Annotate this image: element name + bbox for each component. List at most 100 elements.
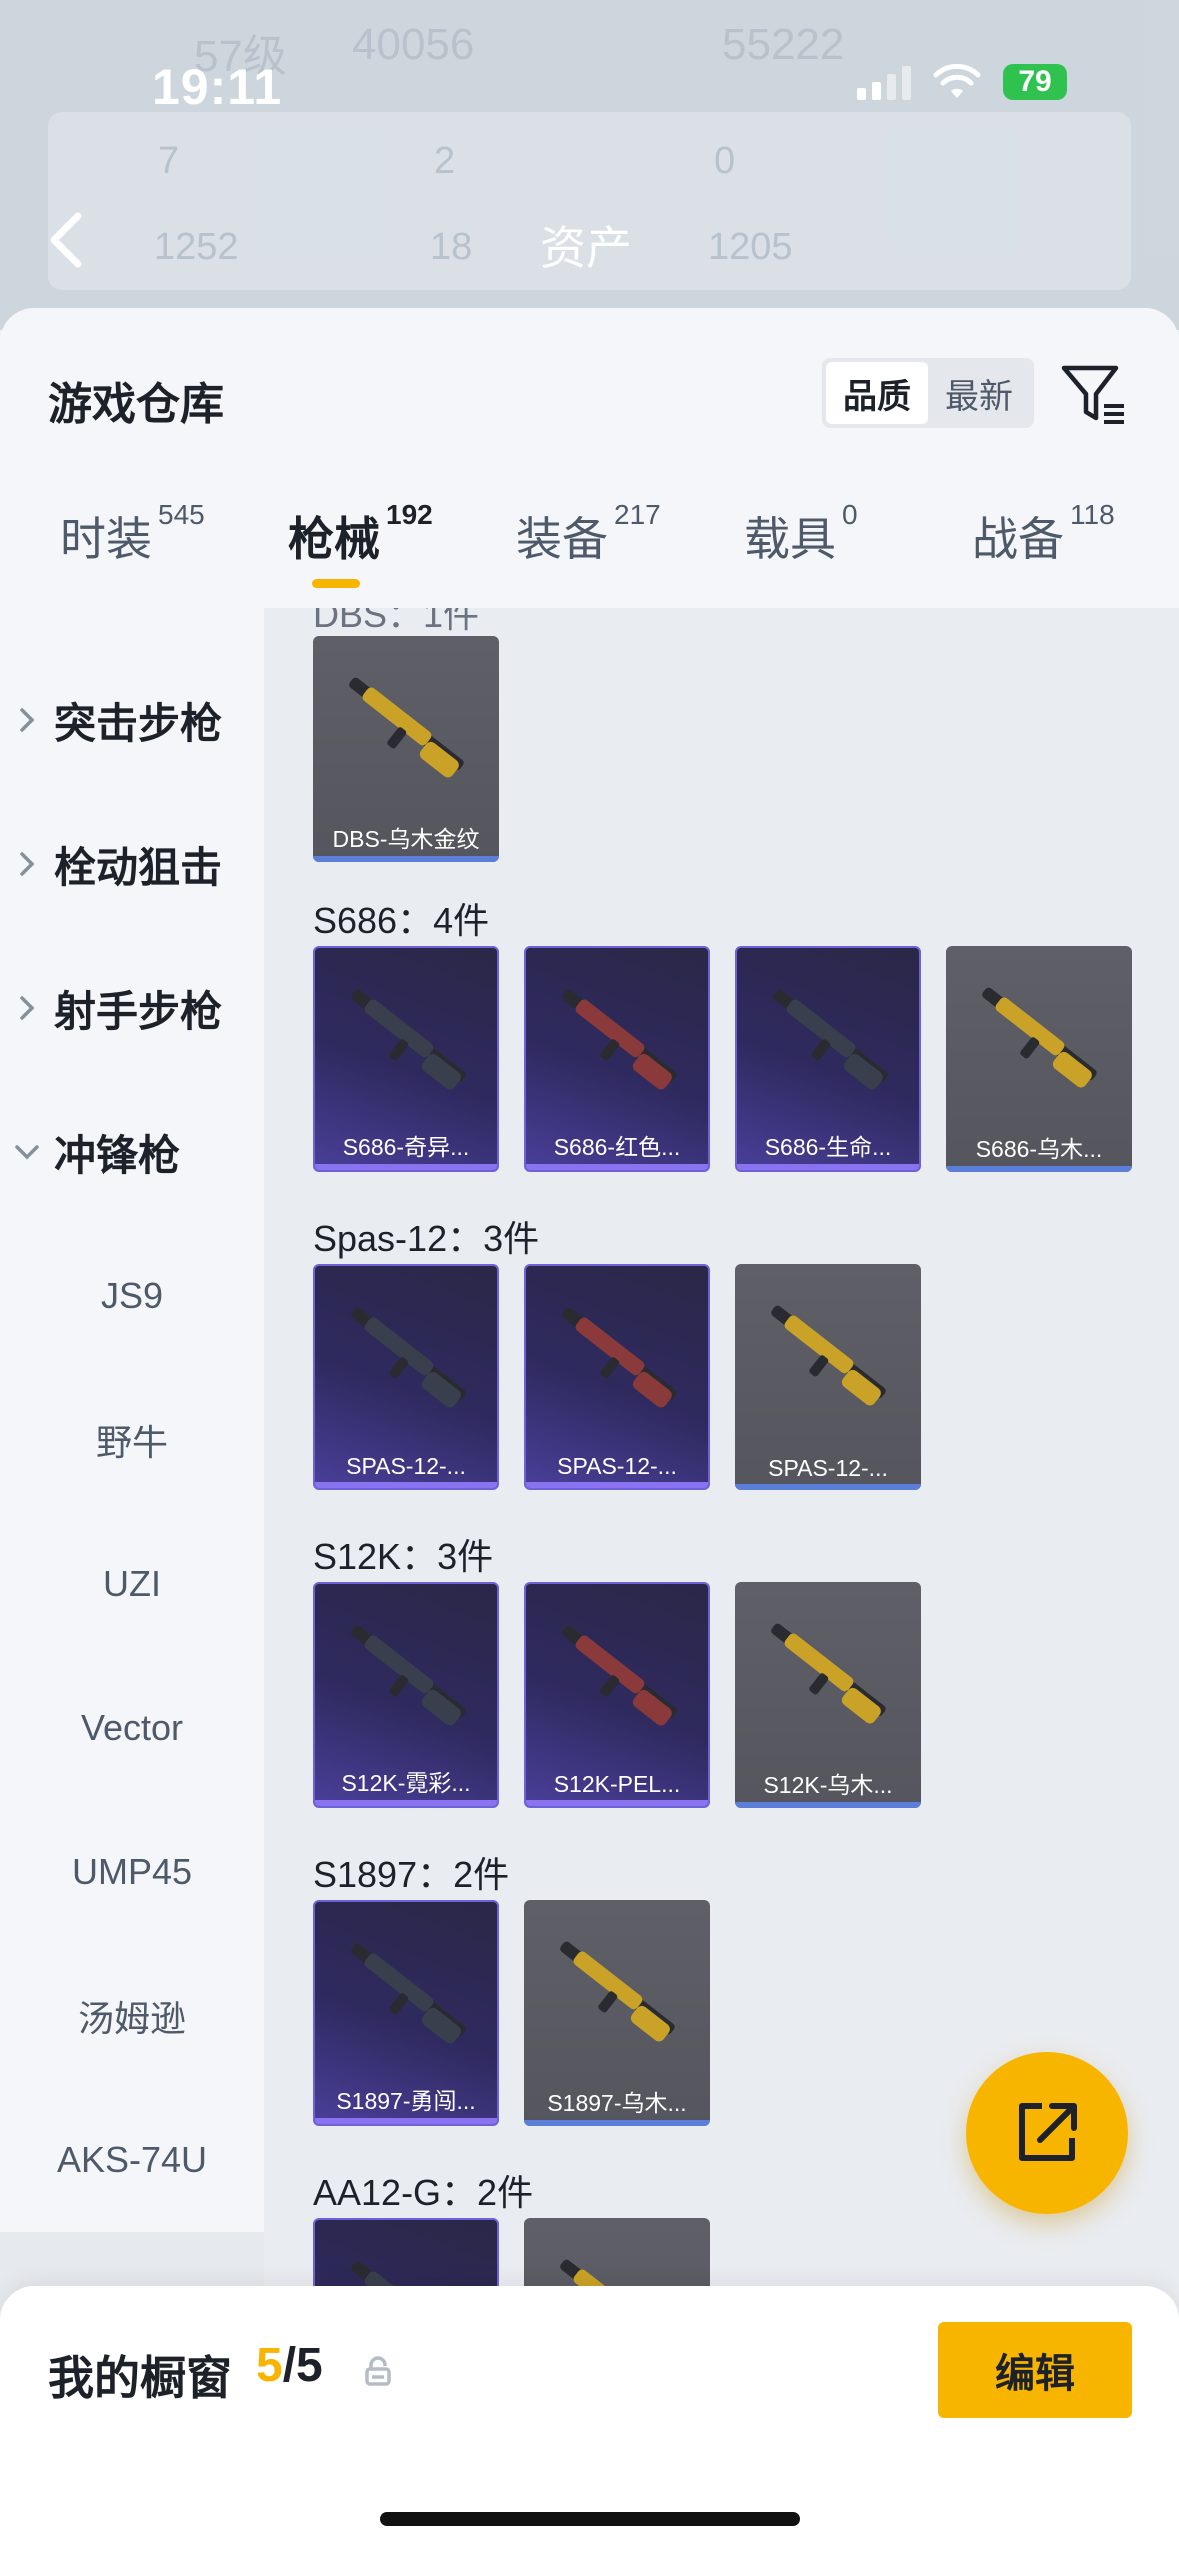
- weapon-card[interactable]: SPAS-12-...: [313, 1264, 499, 1490]
- chevron-right-icon: [20, 852, 35, 876]
- tab-label: 枪械: [288, 513, 380, 565]
- sidebar-item-bolt-sniper[interactable]: 栓动狙击: [0, 824, 264, 904]
- weapon-type-sidebar: 突击步枪 栓动狙击 射手步枪 冲锋枪 JS9 野牛 UZI Vector UMP…: [0, 608, 264, 2503]
- tab-count: 118: [1070, 499, 1115, 530]
- ghost-points: 55222: [722, 20, 845, 69]
- sort-toggle: 品质 最新: [822, 358, 1034, 428]
- sidebar-item-label: 突击步枪: [54, 699, 223, 747]
- tab-fashion[interactable]: 时装 545: [60, 499, 205, 569]
- sidebar-item-label: 栓动狙击: [54, 843, 223, 891]
- gun-icon: [771, 1305, 886, 1406]
- gun-icon: [982, 987, 1097, 1088]
- showcase-total: /5: [282, 2339, 323, 2392]
- tab-count: 192: [386, 499, 433, 530]
- weapon-name: S686-乌木...: [975, 1136, 1103, 1162]
- sidebar-sub-js9[interactable]: JS9: [0, 1256, 264, 1336]
- ghost-stat: 7: [158, 140, 180, 182]
- sidebar-sub-uzi[interactable]: UZI: [0, 1544, 264, 1624]
- share-button[interactable]: [966, 2052, 1128, 2214]
- gun-icon: [771, 1623, 886, 1724]
- group-title: AA12-G：2件: [313, 2172, 534, 2213]
- weapon-name: S12K-乌木...: [763, 1772, 893, 1798]
- category-tabs: 时装 545 枪械 192 装备 217 载具 0 战备 118: [0, 499, 1179, 603]
- quality-strip: [524, 2120, 710, 2126]
- tab-vehicles[interactable]: 载具 0: [744, 499, 858, 569]
- tab-supplies[interactable]: 战备 118: [972, 499, 1115, 569]
- background-page: 57级 40056 55222 7 2 0 1252 18 1205 资产 19…: [0, 0, 1179, 330]
- ghost-score: 40056: [352, 20, 475, 69]
- weapon-card[interactable]: S686-奇异...: [313, 946, 499, 1172]
- status-time: 19:11: [152, 59, 283, 115]
- weapon-grid: DBS：1件 DBS-乌木金纹 S686：4件 S686-奇异... S686-红色.…: [264, 608, 1179, 2503]
- gun-icon: [562, 989, 677, 1090]
- weapon-name: SPAS-12-...: [557, 1453, 677, 1479]
- group-title: S12K：3件: [313, 1536, 494, 1577]
- gun-icon: [351, 989, 466, 1090]
- sidebar-item-smg[interactable]: 冲锋枪: [0, 1112, 264, 1192]
- group-title: DBS：1件: [313, 608, 480, 635]
- quality-strip: [946, 1166, 1132, 1172]
- tab-label: 时装: [60, 513, 152, 565]
- filter-icon[interactable]: [1058, 358, 1128, 428]
- weapon-card[interactable]: S12K-乌木...: [735, 1582, 921, 1808]
- weapon-card[interactable]: S1897-乌木...: [524, 1900, 710, 2126]
- gun-icon: [351, 1943, 466, 2044]
- ghost-stat: 1205: [708, 226, 793, 268]
- sidebar-sub-vector[interactable]: Vector: [0, 1688, 264, 1768]
- tab-label: 装备: [516, 513, 608, 565]
- lock-icon: [365, 2356, 391, 2386]
- weapon-name: S1897-乌木...: [547, 2090, 687, 2116]
- quality-strip: [315, 1800, 497, 1806]
- sheet-title: 游戏仓库: [48, 380, 224, 429]
- home-indicator: [380, 2512, 800, 2526]
- sidebar-item-marksman-rifle[interactable]: 射手步枪: [0, 968, 264, 1048]
- weapon-card[interactable]: S686-红色...: [524, 946, 710, 1172]
- sort-quality-button[interactable]: 品质: [826, 362, 928, 424]
- weapon-name: S686-生命...: [764, 1134, 892, 1160]
- group-title: Spas-12：3件: [313, 1218, 540, 1259]
- sidebar-item-label: 射手步枪: [54, 987, 223, 1035]
- signal-icon: [857, 64, 911, 100]
- weapon-name: S12K-霓彩...: [341, 1770, 471, 1796]
- sidebar-sub-ump45[interactable]: UMP45: [0, 1832, 264, 1912]
- tab-guns[interactable]: 枪械 192: [288, 499, 433, 588]
- weapon-card[interactable]: S12K-PEL...: [524, 1582, 710, 1808]
- weapon-name: SPAS-12-...: [768, 1455, 888, 1481]
- ghost-stat: 18: [430, 226, 473, 268]
- quality-strip: [313, 856, 499, 862]
- tab-label: 战备: [972, 513, 1064, 565]
- back-arrow-icon[interactable]: [44, 210, 88, 270]
- quality-strip: [735, 1802, 921, 1808]
- sidebar-sub-bison[interactable]: 野牛: [0, 1400, 264, 1480]
- weapon-card[interactable]: DBS-乌木金纹: [313, 636, 499, 862]
- tab-count: 545: [158, 499, 205, 530]
- showcase-current: 5: [256, 2339, 283, 2392]
- sort-latest-button[interactable]: 最新: [928, 362, 1030, 424]
- weapon-name: DBS-乌木金纹: [332, 826, 480, 852]
- weapon-card[interactable]: S1897-勇闯...: [313, 1900, 499, 2126]
- showcase-count: 5/5: [256, 2338, 323, 2393]
- tab-count: 217: [614, 499, 661, 530]
- gun-icon: [562, 1307, 677, 1408]
- sidebar-sub-aks74u[interactable]: AKS-74U: [0, 2120, 264, 2200]
- edit-button[interactable]: 编辑: [938, 2322, 1132, 2418]
- quality-strip: [526, 1164, 708, 1170]
- weapon-card[interactable]: S686-生命...: [735, 946, 921, 1172]
- tab-equipment[interactable]: 装备 217: [516, 499, 661, 569]
- group-title: S686：4件: [313, 900, 490, 941]
- showcase-label: 我的橱窗: [48, 2352, 232, 2404]
- sidebar-sub-thompson[interactable]: 汤姆逊: [0, 1976, 264, 2056]
- status-icons: 79: [857, 64, 1067, 100]
- weapon-card[interactable]: S12K-霓彩...: [313, 1582, 499, 1808]
- gun-icon: [351, 1307, 466, 1408]
- page-title: 资产: [540, 222, 632, 274]
- group-title: S1897：2件: [313, 1854, 510, 1895]
- battery-indicator: 79: [1003, 64, 1067, 100]
- weapon-card[interactable]: SPAS-12-...: [524, 1264, 710, 1490]
- sidebar-item-label: 冲锋枪: [54, 1131, 181, 1179]
- weapon-card[interactable]: SPAS-12-...: [735, 1264, 921, 1490]
- gun-icon: [562, 1625, 677, 1726]
- gun-icon: [351, 1625, 466, 1726]
- weapon-card[interactable]: S686-乌木...: [946, 946, 1132, 1172]
- sidebar-item-assault-rifle[interactable]: 突击步枪: [0, 680, 264, 760]
